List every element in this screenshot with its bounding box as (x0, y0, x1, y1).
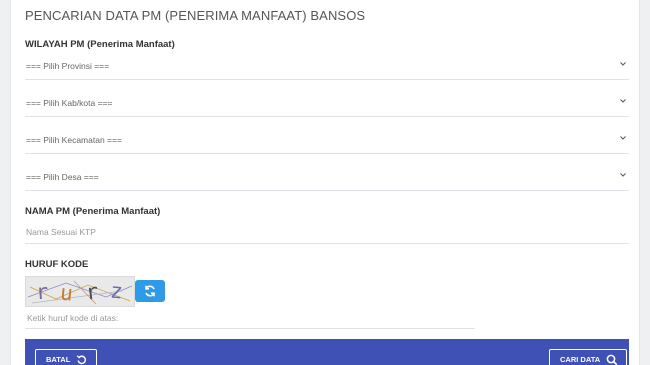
district-select-value: === Pilih Kecamatan === (26, 135, 122, 145)
captcha-section-label: HURUF KODE (25, 259, 89, 270)
nama-section-label: NAMA PM (Penerima Manfaat) (25, 206, 161, 217)
captcha-input-placeholder: Ketik huruf kode di atas: (27, 313, 119, 323)
chevron-down-icon (620, 62, 626, 66)
captcha-image: r u r z (25, 276, 135, 307)
cancel-button-label: BATAL (46, 355, 71, 364)
svg-text:r: r (84, 279, 100, 305)
search-data-button[interactable]: CARI DATA (549, 349, 627, 365)
regency-select[interactable]: === Pilih Kab/kota === (25, 94, 629, 117)
search-icon (606, 354, 618, 365)
wilayah-section-label: WILAYAH PM (Penerima Manfaat) (25, 39, 175, 50)
chevron-down-icon (620, 136, 626, 140)
name-input-placeholder: Nama Sesuai KTP (26, 227, 96, 237)
village-select-value: === Pilih Desa === (26, 172, 99, 182)
refresh-icon (145, 285, 155, 297)
chevron-down-icon (620, 99, 626, 103)
svg-text:u: u (59, 280, 74, 305)
refresh-captcha-button[interactable] (135, 280, 165, 302)
svg-text:r: r (35, 280, 49, 305)
province-select-value: === Pilih Provinsi === (26, 61, 110, 71)
undo-icon (76, 355, 87, 365)
village-select[interactable]: === Pilih Desa === (25, 168, 629, 191)
regency-select-value: === Pilih Kab/kota === (26, 98, 113, 108)
cancel-button[interactable]: BATAL (35, 349, 97, 365)
page-title: PENCARIAN DATA PM (PENERIMA MANFAAT) BAN… (25, 8, 366, 23)
search-form-card: PENCARIAN DATA PM (PENERIMA MANFAAT) BAN… (10, 0, 640, 365)
search-data-button-label: CARI DATA (560, 355, 601, 364)
svg-text:z: z (109, 279, 124, 304)
captcha-input[interactable]: Ketik huruf kode di atas: (25, 308, 475, 329)
province-select[interactable]: === Pilih Provinsi === (25, 57, 629, 80)
name-input[interactable]: Nama Sesuai KTP (25, 221, 629, 244)
form-action-bar: BATAL CARI DATA (25, 339, 629, 365)
captcha-code-image: r u r z (27, 279, 133, 306)
district-select[interactable]: === Pilih Kecamatan === (25, 131, 629, 154)
chevron-down-icon (620, 173, 626, 177)
